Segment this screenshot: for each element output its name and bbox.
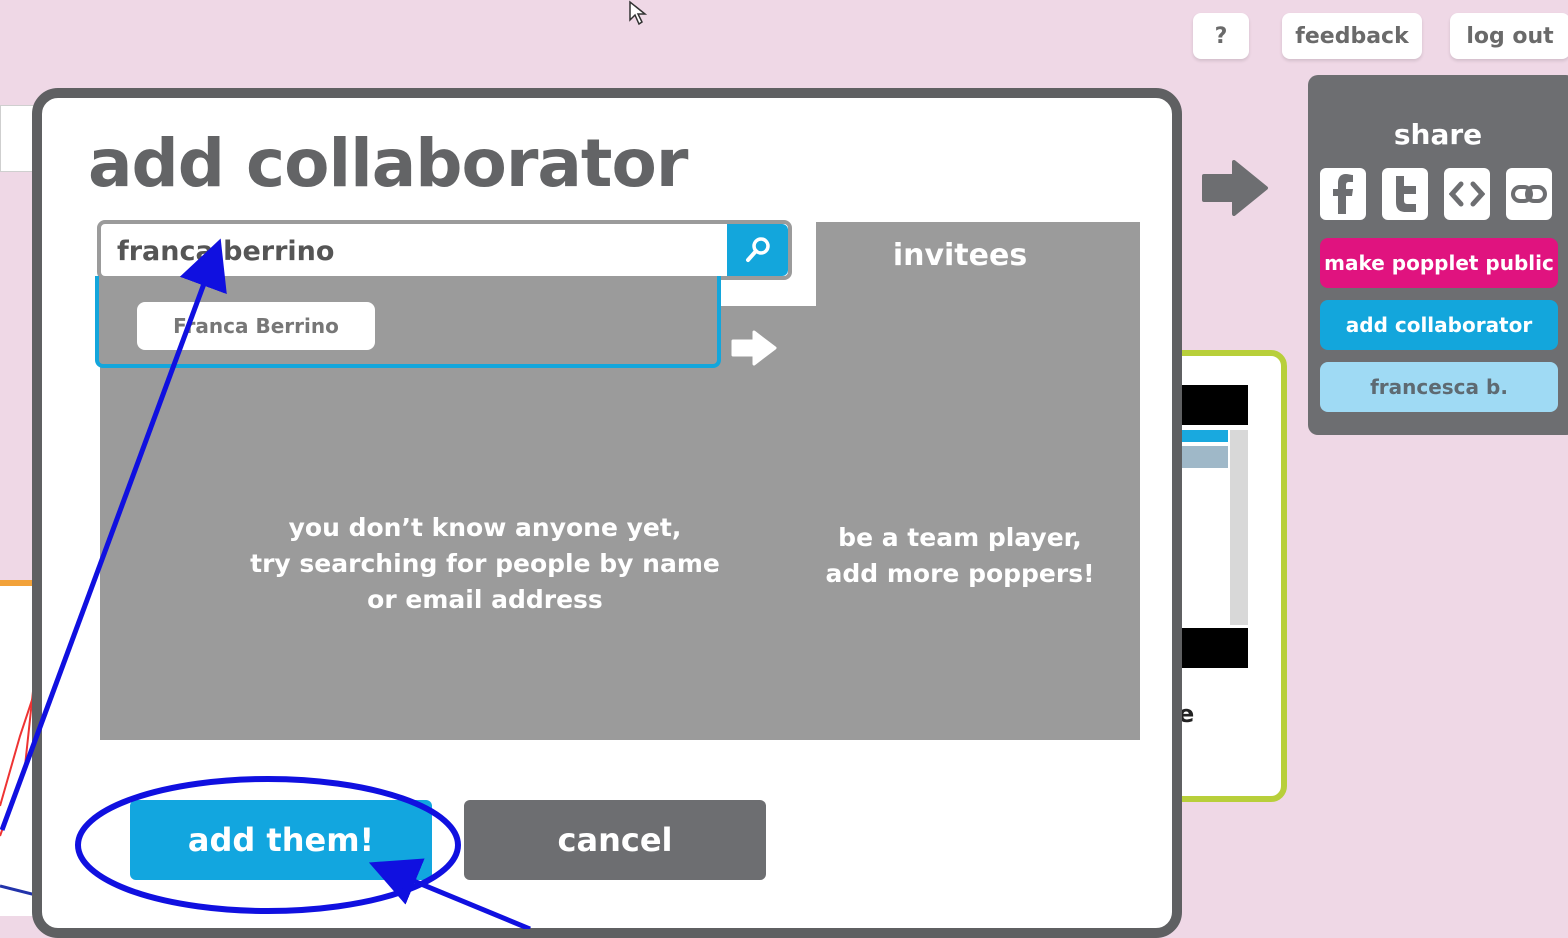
search-button[interactable] <box>727 224 788 276</box>
share-title: share <box>1393 118 1483 151</box>
popple-image-header <box>1176 430 1228 442</box>
dialog-title: add collaborator <box>88 125 688 202</box>
embed-icon[interactable] <box>1444 168 1490 220</box>
make-public-button[interactable]: make popplet public <box>1320 238 1558 288</box>
add-them-button[interactable]: add them! <box>130 800 432 880</box>
search-icon <box>745 237 770 262</box>
invitees-empty-message: be a team player, add more poppers! <box>825 523 1095 588</box>
feedback-button[interactable]: feedback <box>1282 13 1422 59</box>
help-button[interactable]: ? <box>1193 13 1249 59</box>
search-input[interactable] <box>115 224 719 278</box>
logout-button[interactable]: log out <box>1450 13 1568 59</box>
add-collaborator-button[interactable]: add collaborator <box>1320 300 1558 350</box>
arrow-right-icon <box>1200 160 1270 220</box>
popple-image-scrollbar <box>1230 430 1248 625</box>
suggestion-item[interactable]: Franca Berrino <box>137 302 375 350</box>
twitter-icon[interactable] <box>1382 168 1428 220</box>
known-people-empty-message: you don’t know anyone yet, try searching… <box>250 513 720 614</box>
collaborator-user-badge[interactable]: francesca b. <box>1320 362 1558 412</box>
facebook-icon[interactable] <box>1320 168 1366 220</box>
arrow-right-icon <box>730 330 778 370</box>
cancel-button[interactable]: cancel <box>464 800 766 880</box>
search-box <box>97 220 792 280</box>
popple-image-bar <box>1176 446 1228 468</box>
invitees-title: invitees <box>892 238 1028 273</box>
link-icon[interactable] <box>1506 168 1552 220</box>
mouse-cursor-icon <box>626 0 652 30</box>
